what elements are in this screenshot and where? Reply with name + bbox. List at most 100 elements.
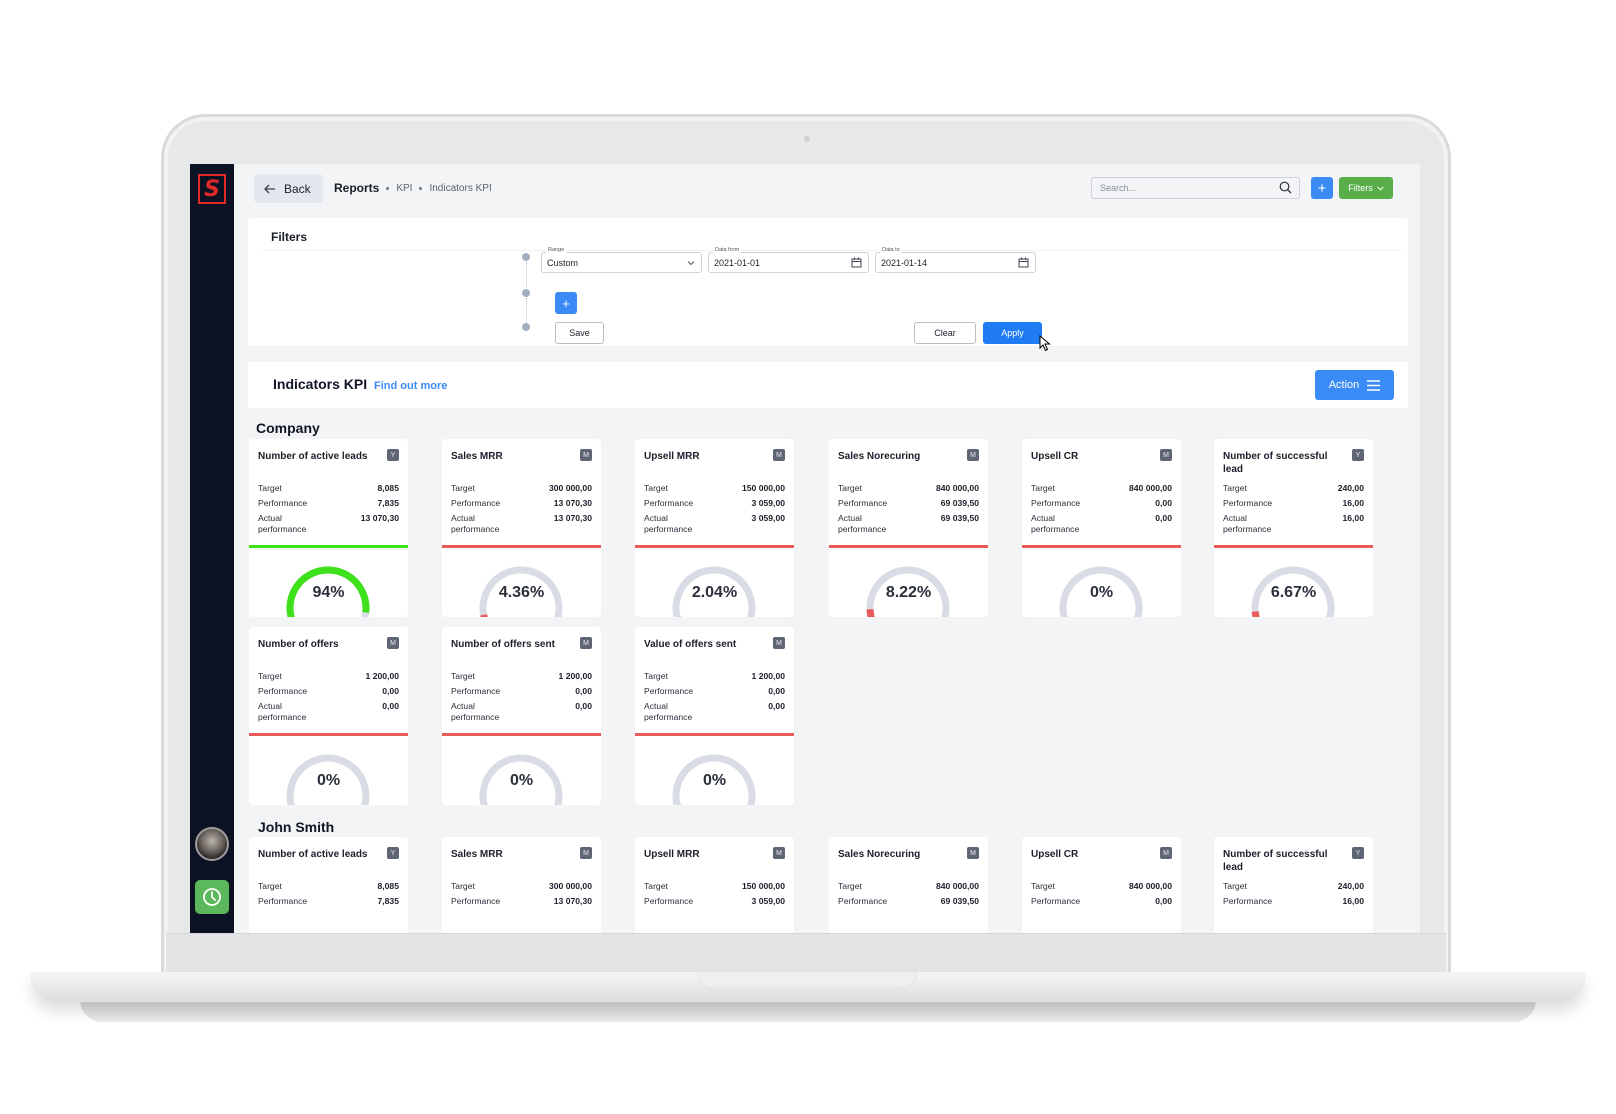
kpi-card-title: Sales MRR [451, 849, 503, 860]
kpi-row-actual: Actual performance 16,00 [1223, 513, 1364, 535]
kpi-row-target: Target 8,085 [258, 881, 399, 892]
kpi-card[interactable]: Value of offers sent M Target 1 200,00 Perfo… [635, 627, 794, 805]
kpi-row-value: 0,00 [575, 701, 592, 711]
kpi-card[interactable]: Number of offers sent M Target 1 200,00 Perf… [442, 627, 601, 805]
frequency-badge: M [580, 847, 592, 859]
kpi-card[interactable]: Sales Norecuring M Target 840 000,00 Perform… [829, 439, 988, 617]
date-from-label: Data from [713, 247, 742, 253]
app-logo[interactable]: S [198, 174, 226, 204]
kpi-row-label: Performance [644, 498, 694, 508]
kpi-row-target: Target 300 000,00 [451, 881, 592, 892]
kpi-row-actual: Actual performance 3 059,00 [644, 513, 785, 535]
kpi-card[interactable]: Sales MRR M Target 300 000,00 Performance 13 … [442, 837, 601, 933]
kpi-row-label: Actual performance [838, 513, 887, 534]
kpi-row-label: Target [838, 881, 862, 891]
search-icon[interactable] [1279, 181, 1292, 194]
user-avatar[interactable] [195, 827, 229, 861]
kpi-row-label: Performance [1031, 498, 1081, 508]
save-button[interactable]: Save [555, 322, 604, 344]
time-tracker-button[interactable] [195, 880, 229, 914]
filters-label: Filters [1348, 183, 1373, 193]
kpi-row-performance: Performance 0,00 [1031, 498, 1172, 509]
kpi-row-value: 240,00 [1337, 483, 1364, 493]
kpi-row-label: Actual performance [258, 701, 307, 722]
kpi-row-label: Performance [1223, 498, 1273, 508]
kpi-card[interactable]: Number of offers M Target 1 200,00 Performan… [249, 627, 408, 805]
filters-divider [262, 250, 1402, 251]
kpi-row-actual: Actual performance 0,00 [1031, 513, 1172, 535]
back-button[interactable]: Back [254, 174, 323, 203]
kpi-card-summary: Upsell MRR M Target 150 000,00 Performance 3 … [635, 837, 794, 933]
kpi-card[interactable]: Sales MRR M Target 300 000,00 Performance 13 … [442, 439, 601, 617]
kpi-row-target: Target 1 200,00 [644, 671, 785, 682]
kpi-card[interactable]: Upsell CR M Target 840 000,00 Performance 0,0… [1022, 439, 1181, 617]
chevron-down-icon [687, 261, 695, 266]
filters-dropdown-button[interactable]: Filters [1339, 177, 1393, 199]
kpi-row-value: 3 059,00 [751, 896, 785, 906]
gauge-percent: 0% [702, 772, 727, 789]
kpi-row-actual: Actual performance 0,00 [644, 701, 785, 723]
kpi-card[interactable]: Upsell MRR M Target 150 000,00 Performance 3 … [635, 837, 794, 933]
kpi-row-actual: Actual performance 69 039,50 [838, 513, 979, 535]
kpi-row-value: 69 039,50 [940, 513, 979, 523]
sidebar: S [190, 164, 234, 933]
breadcrumb-reports[interactable]: Reports [334, 181, 379, 195]
kpi-card[interactable]: Sales Norecuring M Target 840 000,00 Perform… [829, 837, 988, 933]
gauge-percent: 94% [312, 584, 345, 601]
kpi-row-performance: Performance 69 039,50 [838, 498, 979, 509]
add-button[interactable]: + [1311, 177, 1333, 199]
gauge-fill [480, 614, 488, 617]
kpi-row-value: 13 070,30 [553, 896, 592, 906]
kpi-row-value: 8,085 [377, 483, 399, 493]
range-select[interactable]: Range Custom [541, 247, 702, 273]
kpi-row-target: Target 1 200,00 [258, 671, 399, 682]
clear-button[interactable]: Clear [914, 322, 976, 344]
add-filter-button[interactable]: + [555, 292, 577, 314]
date-from-field[interactable]: Data from 2021-01-01 [708, 247, 869, 273]
date-to-label: Data to [880, 247, 902, 253]
kpi-row-label: Performance [838, 896, 888, 906]
action-menu-button[interactable]: Action [1315, 370, 1394, 400]
kpi-card[interactable]: Number of active leads Y Target 8,085 Perfor… [249, 439, 408, 617]
kpi-card-gauge: 8.22% [829, 548, 988, 617]
kpi-row-value: 0,00 [1155, 513, 1172, 523]
search-input[interactable] [1092, 178, 1272, 198]
kpi-card[interactable]: Number of successful lead Y Target 240,00 Pe… [1214, 837, 1373, 933]
kpi-row-value: 840 000,00 [1128, 483, 1172, 493]
gauge-percent: 0% [509, 772, 534, 789]
apply-button[interactable]: Apply [983, 322, 1042, 344]
laptop-notch [697, 972, 917, 990]
back-label: Back [284, 181, 311, 196]
kpi-card-title: Sales Norecuring [838, 849, 921, 860]
kpi-row-value: 16,00 [1342, 498, 1364, 508]
calendar-icon[interactable] [851, 257, 862, 268]
page-title: Indicators KPI Find out more [273, 376, 447, 392]
calendar-icon[interactable] [1018, 257, 1029, 268]
kpi-card[interactable]: Upsell MRR M Target 150 000,00 Performance 3 … [635, 439, 794, 617]
kpi-row-performance: Performance 0,00 [258, 686, 399, 697]
kpi-row-value: 0,00 [1155, 498, 1172, 508]
frequency-badge: Y [387, 847, 399, 859]
kpi-row-performance: Performance 16,00 [1223, 498, 1364, 509]
kpi-card[interactable]: Number of active leads Y Target 8,085 Perfor… [249, 837, 408, 933]
kpi-card-title: Upsell CR [1031, 451, 1079, 462]
date-to-field[interactable]: Data to 2021-01-14 [875, 247, 1036, 273]
kpi-row-value: 69 039,50 [940, 896, 979, 906]
kpi-row-value: 8,085 [377, 881, 399, 891]
kpi-row-performance: Performance 0,00 [1031, 896, 1172, 907]
breadcrumb-kpi[interactable]: KPI [396, 183, 412, 194]
gauge-fill [1251, 611, 1260, 617]
timeline-dot [522, 289, 530, 297]
kpi-card-title: Upsell CR [1031, 849, 1079, 860]
kpi-row-value: 0,00 [382, 701, 399, 711]
frequency-badge: M [773, 449, 785, 461]
kpi-card[interactable]: Upsell CR M Target 840 000,00 Performance 0,0… [1022, 837, 1181, 933]
find-out-more-link[interactable]: Find out more [374, 380, 447, 392]
top-bar: Back Reports KPI Indicators KPI + Filter… [234, 164, 1420, 212]
kpi-card-summary: Upsell CR M Target 840 000,00 Performance 0,0… [1022, 837, 1181, 933]
kpi-row-label: Actual performance [1223, 513, 1272, 534]
kpi-row-value: 300 000,00 [548, 483, 592, 493]
kpi-row-value: 7,835 [377, 896, 399, 906]
kpi-row-performance: Performance 0,00 [451, 686, 592, 697]
kpi-card[interactable]: Number of successful lead Y Target 240,00 Pe… [1214, 439, 1373, 617]
